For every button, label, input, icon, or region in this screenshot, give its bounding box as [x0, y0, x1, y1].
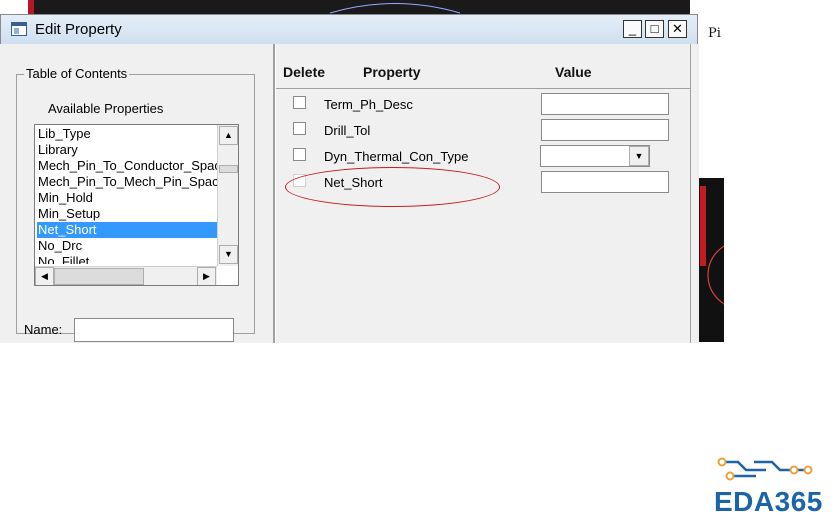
- name-input[interactable]: [74, 318, 234, 342]
- horizontal-scroll-thumb[interactable]: [54, 268, 144, 285]
- eda365-logo-text: EDA365: [714, 486, 823, 517]
- background-side-text: Pi: [708, 26, 721, 41]
- window-title: Edit Property: [35, 21, 122, 38]
- scroll-left-button[interactable]: ◀: [35, 267, 54, 285]
- arrow-down-icon: ▼: [224, 249, 233, 259]
- arrow-left-icon: ◀: [41, 271, 48, 281]
- background-arc: [330, 3, 460, 14]
- arrow-right-icon: ▶: [203, 271, 210, 281]
- scroll-right-button[interactable]: ▶: [197, 267, 216, 285]
- list-item[interactable]: Library: [37, 142, 218, 158]
- column-header-delete: Delete: [283, 64, 326, 80]
- close-button[interactable]: ✕: [668, 20, 687, 38]
- background-cad-circle: [707, 245, 724, 305]
- column-header-property: Property: [363, 64, 421, 80]
- list-item[interactable]: Lib_Type: [37, 126, 218, 142]
- horizontal-scrollbar[interactable]: ◀ ▶: [35, 266, 217, 285]
- vertical-scrollbar[interactable]: ▲ ▼: [217, 125, 238, 266]
- vertical-scroll-thumb[interactable]: [219, 165, 238, 173]
- column-header-value: Value: [555, 64, 592, 80]
- background-red-mark: [28, 0, 34, 14]
- maximize-icon: □: [650, 21, 659, 36]
- list-item[interactable]: No_Drc: [37, 238, 218, 254]
- name-label: Name:: [24, 322, 63, 337]
- delete-checkbox[interactable]: [293, 122, 306, 135]
- window-app-icon: [11, 22, 27, 36]
- minimize-icon: _: [628, 21, 637, 36]
- property-name: Dyn_Thermal_Con_Type: [324, 149, 469, 164]
- list-item[interactable]: Min_Setup: [37, 206, 218, 222]
- property-value-input[interactable]: [541, 93, 669, 115]
- property-value-select[interactable]: ▼: [540, 145, 650, 167]
- list-item-selected[interactable]: Net_Short: [37, 222, 218, 238]
- list-item[interactable]: No_Fillet: [37, 254, 218, 264]
- scroll-up-button[interactable]: ▲: [219, 126, 238, 145]
- table-of-contents-title: Table of Contents: [24, 66, 130, 81]
- property-name: Drill_Tol: [324, 123, 371, 138]
- list-item[interactable]: Mech_Pin_To_Mech_Pin_Spacing: [37, 174, 218, 190]
- close-icon: ✕: [672, 21, 683, 36]
- chevron-down-icon: ▼: [634, 151, 644, 161]
- property-value-input[interactable]: [541, 171, 669, 193]
- delete-checkbox[interactable]: [293, 96, 306, 109]
- annotation-ellipse: [285, 167, 500, 207]
- window-right-edge: [690, 44, 699, 343]
- maximize-button[interactable]: □: [645, 20, 664, 38]
- title-bar[interactable]: Edit Property _ □ ✕: [1, 15, 697, 45]
- available-properties-list[interactable]: Lib_Type Library Mech_Pin_To_Conductor_S…: [34, 124, 239, 286]
- available-properties-label: Available Properties: [48, 101, 164, 116]
- eda365-circuit-icon: [717, 457, 813, 481]
- arrow-up-icon: ▲: [224, 130, 233, 140]
- list-item[interactable]: Min_Hold: [37, 190, 218, 206]
- property-value-input[interactable]: [541, 119, 669, 141]
- dropdown-button[interactable]: ▼: [629, 146, 649, 166]
- property-name: Term_Ph_Desc: [324, 97, 413, 112]
- minimize-button[interactable]: _: [623, 20, 642, 38]
- list-item[interactable]: Mech_Pin_To_Conductor_Spacing: [37, 158, 218, 174]
- scroll-down-button[interactable]: ▼: [219, 245, 238, 264]
- delete-checkbox[interactable]: [293, 148, 306, 161]
